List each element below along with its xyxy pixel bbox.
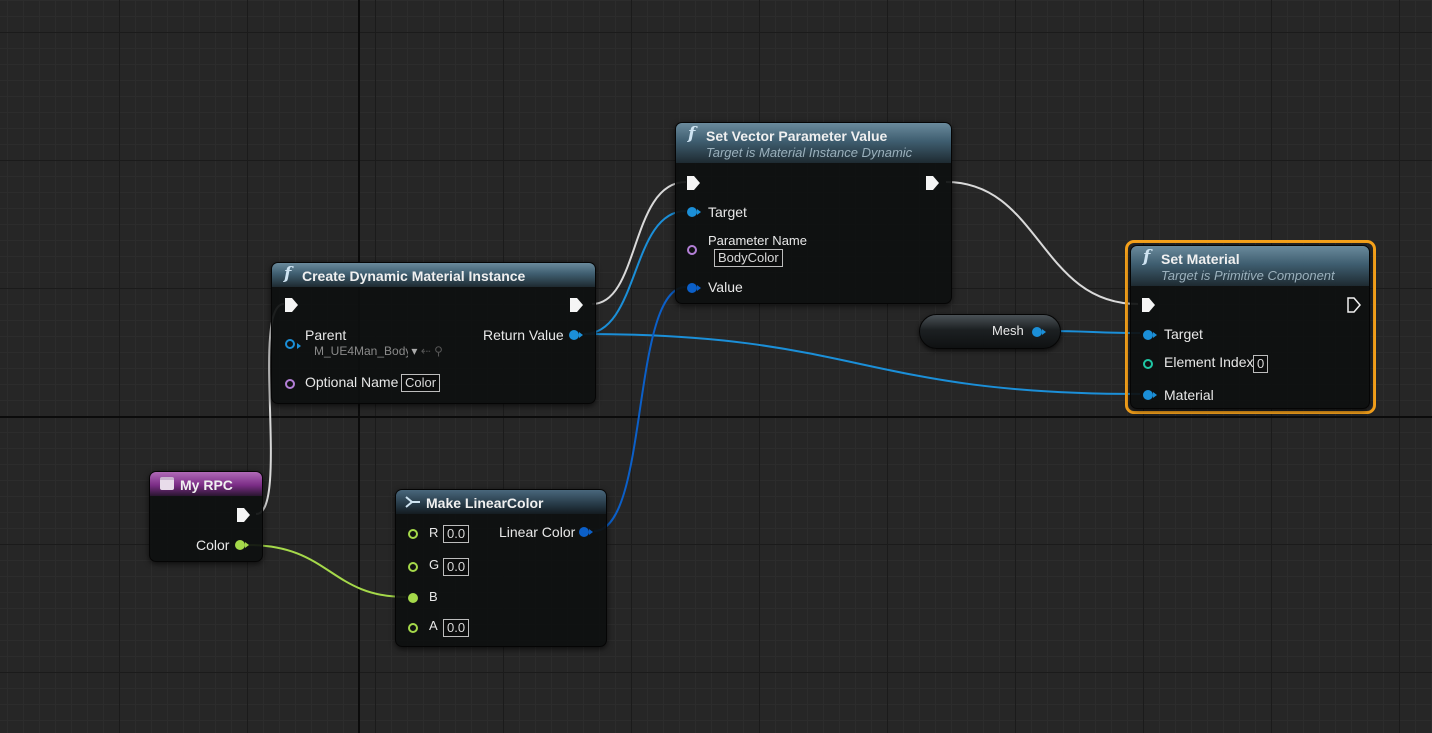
my-rpc-event-node[interactable]: My RPC Color (149, 471, 263, 562)
node-header[interactable]: f Set Material Target is Primitive Compo… (1131, 246, 1369, 286)
use-selected-arrow-icon[interactable]: ⇠ (421, 344, 431, 358)
mesh-output-pin[interactable] (1032, 327, 1046, 337)
target-pin[interactable] (1143, 330, 1157, 340)
element-index-field[interactable]: 0 (1253, 355, 1269, 373)
a-field[interactable]: 0.0 (443, 619, 470, 637)
node-title: My RPC (180, 477, 233, 493)
set-vector-parameter-value-node[interactable]: f Set Vector Parameter Value Target is M… (675, 122, 952, 304)
mesh-label: Mesh (992, 323, 1024, 338)
chevron-down-icon: ▾ (411, 344, 418, 358)
g-label: G (429, 557, 440, 572)
b-label: B (429, 589, 438, 604)
optional-name-pin[interactable] (285, 379, 295, 389)
target-label: Target (708, 204, 747, 220)
a-label: A (429, 618, 438, 633)
parent-label: Parent (305, 327, 347, 343)
struct-wire-color-to-value (593, 286, 687, 532)
node-subtitle: Target is Material Instance Dynamic (706, 145, 913, 160)
parameter-name-label: Parameter Name (708, 233, 807, 248)
node-header[interactable]: f Set Vector Parameter Value Target is M… (676, 123, 951, 163)
linear-color-label: Linear Color (499, 524, 576, 540)
graph-axis-horizontal (0, 416, 1432, 418)
color-wire-rpc-to-b (247, 544, 407, 598)
return-value-label: Return Value (483, 327, 564, 343)
parent-asset-combo[interactable]: M_UE4Man_Body ▾ ⇠ ⚲ (314, 344, 443, 358)
node-header[interactable]: f Create Dynamic Material Instance (272, 263, 595, 287)
make-linear-color-node[interactable]: Make LinearColor R 0.0 G 0.0 B A 0.0 Lin… (395, 489, 607, 647)
r-field[interactable]: 0.0 (443, 525, 470, 543)
function-icon: f (688, 124, 696, 144)
node-header[interactable]: Make LinearColor (396, 490, 606, 514)
g-pin[interactable] (408, 562, 418, 572)
function-icon: f (284, 264, 292, 284)
parent-asset-value: M_UE4Man_Body (314, 344, 408, 358)
element-index-pin[interactable] (1143, 359, 1153, 369)
r-label: R (429, 525, 439, 540)
exec-wire-setvector-to-setmaterial (945, 181, 1139, 305)
browse-search-icon[interactable]: ⚲ (434, 344, 443, 358)
parameter-name-field[interactable]: BodyColor (714, 249, 783, 267)
set-material-node[interactable]: f Set Material Target is Primitive Compo… (1130, 245, 1370, 409)
function-icon: f (1143, 247, 1151, 267)
r-pin[interactable] (408, 529, 418, 539)
value-label: Value (708, 279, 743, 295)
color-label: Color (196, 537, 230, 553)
g-field[interactable]: 0.0 (443, 558, 470, 576)
element-index-label: Element Index (1164, 354, 1254, 370)
target-pin[interactable] (687, 207, 701, 217)
value-pin[interactable] (687, 283, 701, 293)
linear-color-pin[interactable] (579, 527, 593, 537)
node-title: Set Material (1161, 251, 1240, 267)
parent-pin[interactable] (285, 339, 301, 349)
optional-name-label: Optional Name (305, 374, 399, 390)
return-value-pin[interactable] (569, 330, 583, 340)
a-pin[interactable] (408, 623, 418, 633)
make-struct-icon (405, 496, 420, 508)
mesh-variable-node[interactable]: Mesh (919, 314, 1061, 349)
material-pin[interactable] (1143, 390, 1157, 400)
object-wire-return-to-target (583, 210, 687, 335)
b-pin[interactable] (408, 593, 418, 603)
node-title: Set Vector Parameter Value (706, 128, 888, 144)
color-pin[interactable] (235, 540, 249, 550)
material-label: Material (1164, 387, 1214, 403)
parameter-name-pin[interactable] (687, 245, 697, 255)
node-subtitle: Target is Primitive Component (1161, 268, 1335, 283)
node-header[interactable]: My RPC (150, 472, 262, 496)
node-title: Create Dynamic Material Instance (302, 268, 526, 284)
exec-out-pin[interactable] (1347, 297, 1361, 313)
target-label: Target (1164, 326, 1203, 342)
node-title: Make LinearColor (426, 495, 544, 511)
exec-wire-create-to-setvector (591, 181, 687, 305)
optional-name-field[interactable]: Color (401, 374, 441, 392)
event-icon (160, 477, 174, 490)
create-dynamic-material-instance-node[interactable]: f Create Dynamic Material Instance Paren… (271, 262, 596, 404)
